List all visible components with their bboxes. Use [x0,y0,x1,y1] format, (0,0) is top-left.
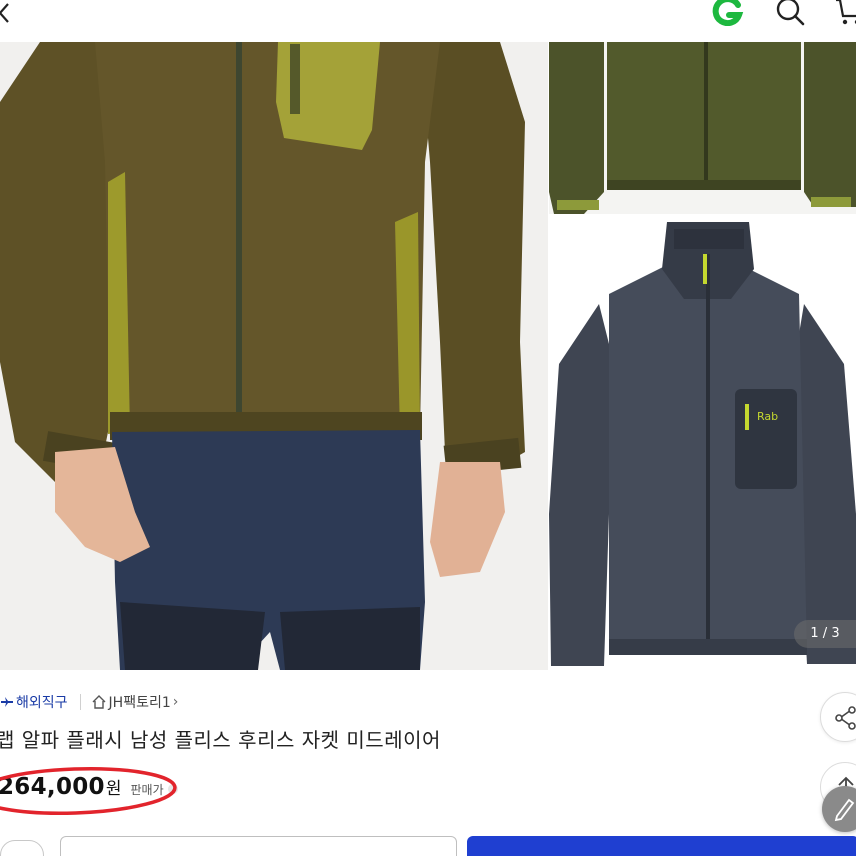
bottom-action-bar [0,832,856,856]
product-title: 랩 알파 플래시 남성 플리스 후리스 자켓 미드레이어 [0,728,441,752]
main-product-photo [0,42,548,670]
pencil-icon [834,798,855,822]
primary-action-button[interactable] [467,836,856,856]
home-icon [92,695,106,709]
cart-icon[interactable] [834,0,856,28]
product-image-gallery[interactable]: Rab 1 / 3 [0,42,856,670]
price-unit: 원 [105,779,122,799]
edit-fab-button[interactable] [822,786,856,832]
divider [79,694,81,710]
price-tag-label: 판매가 [130,783,164,797]
price-value: 264,000 [0,774,105,800]
page-indicator: 1 / 3 [794,620,856,648]
top-app-bar [0,0,856,42]
wishlist-button[interactable] [0,840,44,856]
seller-chevron-icon: › [172,694,179,710]
price-row: 264,000 원 판매가 [0,774,178,800]
seller-row: 해외직구 JH팩토리1 › [0,690,178,714]
green-g-icon[interactable] [711,0,745,26]
airplane-icon [1,697,13,707]
info-dot-icon[interactable] [167,784,178,794]
share-button[interactable] [820,692,856,742]
svg-text:Rab: Rab [757,410,778,423]
share-icon [835,706,856,730]
product-thumbnail-green [549,42,856,214]
chevron-left-icon[interactable] [0,2,16,24]
overseas-badge: 해외직구 [16,695,68,711]
seller-link[interactable]: JH팩토리1 [109,692,171,712]
search-icon[interactable] [774,0,806,28]
secondary-action-button[interactable] [60,836,457,856]
product-thumbnail-navy: Rab [549,214,856,670]
